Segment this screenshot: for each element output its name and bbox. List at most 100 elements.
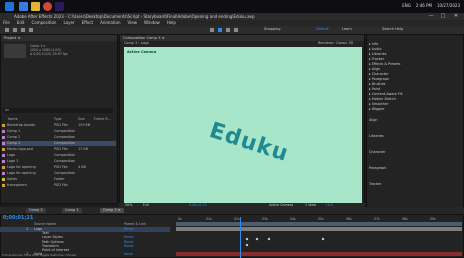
- right-panel-item[interactable]: ▸ Smoother: [369, 102, 388, 106]
- right-panel-item[interactable]: ▸ Paint: [369, 87, 380, 91]
- project-item[interactable]: Backdrop Assets PSD File 129 KB: [2, 123, 116, 128]
- project-item-size: 17 KB: [78, 147, 88, 151]
- right-panel-section[interactable]: Character: [369, 150, 386, 154]
- project-item-type: Composition: [54, 129, 76, 133]
- timeline-footer[interactable]: Frame Render Time 0ms Toggle Switches / …: [2, 253, 76, 257]
- project-item-type: PSD File: [54, 147, 68, 151]
- ruler-tick-1: 01s: [206, 217, 212, 221]
- ruler-tick-7: 07s: [374, 217, 380, 221]
- project-item[interactable]: Logo Composition: [2, 153, 116, 158]
- right-panel-item[interactable]: ▸ Wiggler: [369, 107, 385, 111]
- project-item[interactable]: Logo 2 Composition: [2, 159, 116, 164]
- snapping-label[interactable]: Snapping: [264, 27, 280, 31]
- layer-bar-solid[interactable]: [176, 252, 462, 256]
- col-size[interactable]: Size: [78, 117, 85, 122]
- label-color-swatch[interactable]: [2, 123, 5, 127]
- project-item-name: Comp 2: [7, 135, 21, 139]
- hand-tool-icon[interactable]: [21, 28, 25, 32]
- type-tool-icon[interactable]: [218, 28, 222, 32]
- right-panel-item[interactable]: ▸ Paragraph: [369, 77, 389, 81]
- right-panel-section[interactable]: Tracker: [369, 182, 381, 186]
- chrome-icon[interactable]: [43, 2, 52, 11]
- project-item[interactable]: Logo for opening Composition: [2, 171, 116, 176]
- right-panel-item[interactable]: ▸ Align: [369, 67, 380, 71]
- selection-tool-icon[interactable]: [13, 28, 17, 32]
- right-panel-item[interactable]: ▸ Brushes: [369, 82, 385, 86]
- project-item-type: Composition: [54, 141, 76, 145]
- layer-bar-logo[interactable]: [176, 227, 462, 231]
- tray-language[interactable]: ENG: [402, 3, 411, 8]
- project-item[interactable]: Comp 2 Composition: [2, 135, 116, 140]
- timeline-tab-comp3-a[interactable]: Comp 3: [26, 208, 46, 213]
- after-effects-icon[interactable]: [55, 2, 64, 11]
- project-item[interactable]: transparent PSD File: [2, 183, 116, 188]
- maximize-button[interactable]: □: [438, 13, 448, 20]
- ruler-tick-2: 02s: [234, 217, 240, 221]
- label-color-swatch[interactable]: [2, 141, 5, 145]
- project-item[interactable]: Eduku logo.psd PSD File 17 KB: [2, 147, 116, 152]
- project-item-type: Folder: [54, 177, 65, 181]
- brush-tool-icon[interactable]: [226, 28, 230, 32]
- label-color-swatch[interactable]: [2, 159, 5, 163]
- label-color-swatch[interactable]: [2, 135, 5, 139]
- right-panel-item[interactable]: ▸ Content-Aware Fill: [369, 92, 402, 96]
- col-frame-rate[interactable]: Frame R...: [94, 117, 111, 122]
- col-type[interactable]: Type: [54, 117, 62, 122]
- project-item-type: PSD File: [54, 183, 68, 187]
- start-icon[interactable]: [5, 2, 14, 11]
- project-item-name: Logo: [7, 153, 16, 157]
- composition-subtab[interactable]: Comp 3 › Logo: [124, 41, 149, 45]
- label-color-swatch[interactable]: [2, 183, 5, 187]
- project-item-type: Composition: [54, 159, 76, 163]
- project-item-name: Logo for opening: [7, 171, 36, 175]
- right-panel-item[interactable]: ▸ Effects & Presets: [369, 62, 400, 66]
- tray-date[interactable]: 10/27/2023: [437, 3, 460, 8]
- label-color-swatch[interactable]: [2, 177, 5, 181]
- work-area-bar[interactable]: [176, 222, 462, 226]
- search-help-label[interactable]: Search Help: [382, 27, 403, 31]
- right-panel-section[interactable]: Paragraph: [369, 166, 386, 170]
- pen-tool-icon[interactable]: [210, 28, 214, 32]
- right-panel-item[interactable]: ▸ Character: [369, 72, 389, 76]
- timeline-tab-comp1[interactable]: Comp 1: [62, 208, 82, 213]
- ruler-tick-6: 06s: [346, 217, 352, 221]
- project-item-name: Eduku logo.psd: [7, 147, 33, 151]
- project-item[interactable]: Comp 1 Composition: [2, 129, 116, 134]
- files-icon[interactable]: [31, 2, 40, 11]
- project-item[interactable]: Logo for opening PSD File 4 KB: [2, 165, 116, 170]
- composition-viewer[interactable]: [124, 47, 362, 203]
- workspace-default[interactable]: Default: [316, 27, 329, 31]
- project-thumbnail: [4, 44, 26, 58]
- project-panel-title: Project ≡: [1, 35, 117, 41]
- tray-clock[interactable]: 2:46 PM: [416, 3, 432, 8]
- right-panel-item[interactable]: ▸ Tracker: [369, 57, 384, 61]
- right-panel-item[interactable]: ▸ Audio: [369, 47, 381, 51]
- label-color-swatch[interactable]: [2, 153, 5, 157]
- label-color-swatch[interactable]: [2, 129, 5, 133]
- timeline-timecode[interactable]: 0;00;01;21: [3, 215, 33, 221]
- right-panel-section[interactable]: Libraries: [369, 134, 384, 138]
- label-color-swatch[interactable]: [2, 171, 5, 175]
- puppet-tool-icon[interactable]: [234, 28, 238, 32]
- label-color-swatch[interactable]: [2, 165, 5, 169]
- project-item[interactable]: Solids Folder: [2, 177, 116, 182]
- right-panel-item[interactable]: ▸ Libraries: [369, 52, 386, 56]
- layer-parent[interactable]: None: [124, 252, 133, 257]
- timeline-tab-comp3-active[interactable]: Comp 3 ≡: [100, 208, 124, 213]
- project-search-input[interactable]: ρ▾: [3, 108, 113, 113]
- right-panel-item[interactable]: ▸ Motion Sketch: [369, 97, 396, 101]
- renderer-label[interactable]: Renderer: Classic 3D: [318, 41, 353, 45]
- label-color-swatch[interactable]: [2, 147, 5, 151]
- close-button[interactable]: ✕: [451, 13, 461, 20]
- col-name[interactable]: Name: [8, 117, 18, 122]
- zoom-tool-icon[interactable]: [29, 28, 33, 32]
- right-panel-item[interactable]: ▸ Info: [369, 42, 378, 46]
- right-panel-section[interactable]: Align: [369, 118, 378, 122]
- minimize-button[interactable]: —: [426, 13, 436, 20]
- project-item[interactable]: Comp 3 Composition: [2, 141, 116, 146]
- time-ruler[interactable]: 0s 01s 02s 03s 04s 05s 06s 07s 08s 09s: [176, 217, 462, 222]
- browser-icon[interactable]: [19, 2, 28, 11]
- workspace-learn[interactable]: Learn: [342, 27, 352, 31]
- home-icon[interactable]: [5, 28, 9, 32]
- playhead[interactable]: [240, 217, 241, 258]
